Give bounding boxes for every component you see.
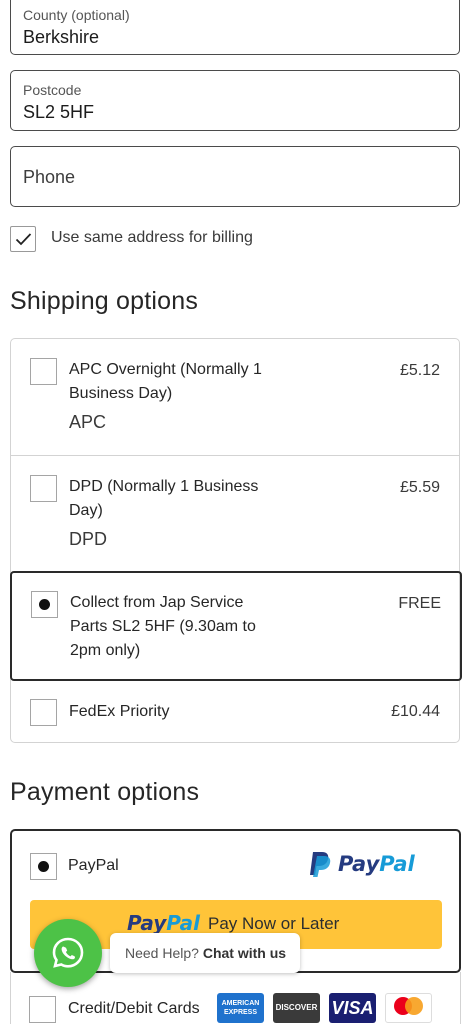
radio-dot: [38, 861, 49, 872]
billing-same-label: Use same address for billing: [51, 229, 253, 246]
shipping-option-price: £5.59: [399, 479, 440, 496]
paypal-logo: Pay Pal: [308, 849, 415, 879]
chat-help-bubble[interactable]: Need Help? Chat with us: [110, 933, 300, 973]
paypal-button-text: Pay Now or Later: [208, 914, 340, 933]
shipping-radio[interactable]: [30, 358, 57, 385]
shipping-options-list: APC Overnight (Normally 1 Business Day) …: [10, 338, 462, 743]
shipping-option-carrier: APC: [69, 412, 107, 432]
paypal-p-icon: [310, 852, 331, 877]
postcode-value: SL2 5HF: [23, 102, 95, 122]
shipping-option-price: £10.44: [391, 703, 440, 720]
county-field[interactable]: County (optional) Berkshire: [10, 0, 460, 55]
shipping-option-name: Collect from Jap Service Parts SL2 5HF (…: [70, 594, 256, 659]
paypal-label: PayPal: [68, 857, 119, 874]
shipping-option-apc[interactable]: APC Overnight (Normally 1 Business Day) …: [11, 339, 459, 455]
county-label: County (optional): [23, 7, 130, 23]
shipping-option-collect[interactable]: Collect from Jap Service Parts SL2 5HF (…: [10, 571, 462, 681]
shipping-radio-selected[interactable]: [31, 591, 58, 618]
chat-help-cta: Chat with us: [202, 945, 287, 961]
shipping-option-price: FREE: [398, 595, 441, 612]
whatsapp-icon: [52, 937, 84, 968]
amex-logo: AMERICAN EXPRESS: [217, 993, 264, 1023]
billing-same-checkbox[interactable]: [10, 226, 36, 252]
shipping-option-name: FedEx Priority: [69, 703, 170, 720]
paypal-button-brand: PayPal: [127, 911, 200, 935]
phone-field[interactable]: Phone: [10, 146, 460, 207]
radio-dot: [39, 599, 50, 610]
payment-radio[interactable]: [29, 996, 56, 1023]
discover-logo: DISCOVER: [273, 993, 320, 1023]
shipping-option-name: DPD (Normally 1 Business Day): [69, 478, 259, 519]
shipping-options-title: Shipping options: [10, 287, 199, 315]
checkmark-icon: [15, 233, 32, 246]
shipping-option-carrier: DPD: [69, 529, 108, 549]
phone-placeholder: Phone: [23, 167, 76, 187]
shipping-radio[interactable]: [30, 475, 57, 502]
shipping-radio[interactable]: [30, 699, 57, 726]
payment-radio-selected[interactable]: [30, 853, 57, 880]
paypal-logo-pay: Pay: [338, 852, 380, 876]
shipping-option-fedex[interactable]: FedEx Priority £10.44: [11, 681, 459, 743]
payment-options-title: Payment options: [10, 778, 200, 806]
visa-logo: VISA: [329, 993, 376, 1023]
county-value: Berkshire: [23, 27, 100, 47]
shipping-option-dpd[interactable]: DPD (Normally 1 Business Day) DPD £5.59: [11, 455, 459, 571]
paypal-logo-pal: Pal: [379, 852, 415, 876]
postcode-field[interactable]: Postcode SL2 5HF: [10, 70, 460, 131]
chat-help-prefix: Need Help?: [125, 945, 199, 961]
postcode-label: Postcode: [23, 82, 82, 98]
mastercard-logo: [385, 993, 432, 1023]
paypal-button-pal: Pal: [166, 911, 201, 935]
paypal-button-pay: Pay: [127, 911, 167, 935]
shipping-option-name: APC Overnight (Normally 1 Business Day): [69, 361, 262, 402]
shipping-option-price: £5.12: [399, 362, 440, 379]
whatsapp-chat-button[interactable]: [34, 919, 102, 987]
mastercard-circles-icon: [394, 997, 423, 1015]
